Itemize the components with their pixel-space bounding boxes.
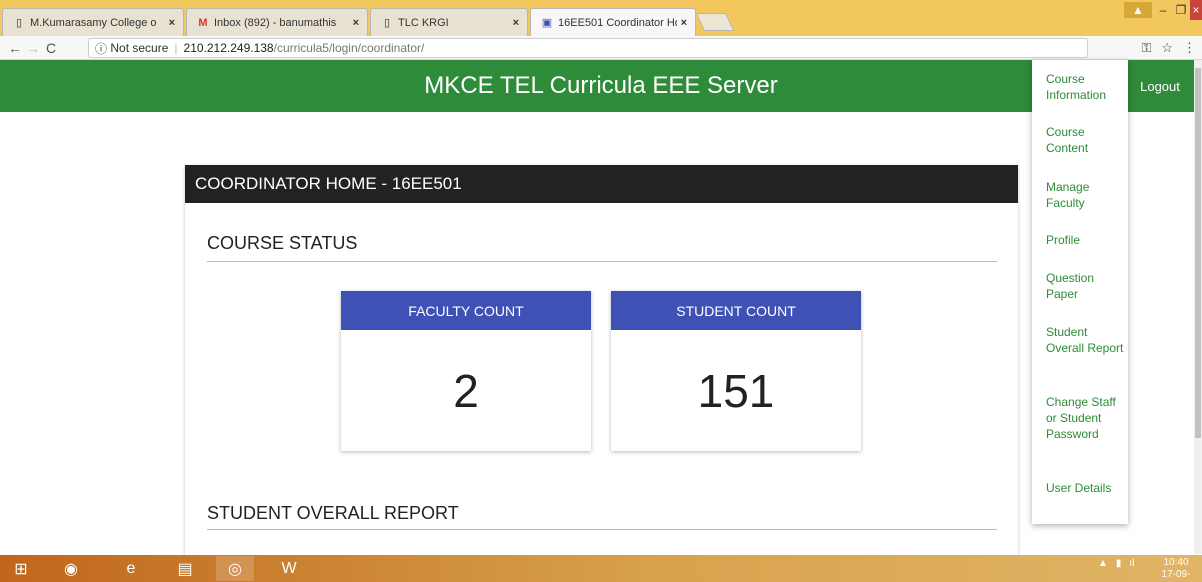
user-icon[interactable]: ▲	[1124, 2, 1152, 18]
menu-item-course-information[interactable]: Course Information	[1046, 71, 1124, 103]
menu-dots-icon[interactable]: ⋮	[1183, 40, 1196, 56]
star-icon[interactable]: ☆	[1161, 40, 1173, 56]
new-tab-button[interactable]	[695, 13, 735, 31]
divider	[207, 261, 997, 262]
coordinator-card: COORDINATOR HOME - 16EE501 COURSE STATUS…	[185, 165, 1018, 555]
menu-item-manage-faculty[interactable]: Manage Faculty	[1046, 179, 1124, 211]
tab-coordinator[interactable]: ▣ 16EE501 Coordinator Ho ×	[530, 8, 696, 36]
student-count-label: STUDENT COUNT	[611, 291, 861, 330]
menu-item-course-content[interactable]: Course Content	[1046, 124, 1124, 156]
divider	[207, 529, 997, 530]
system-tray: ▲ ▮ ıl	[1098, 558, 1134, 569]
logout-link[interactable]: Logout	[1126, 60, 1194, 112]
overall-report-heading: STUDENT OVERALL REPORT	[207, 503, 459, 523]
url-host: 210.212.249.138	[183, 41, 274, 55]
student-count-card: STUDENT COUNT 151	[611, 291, 861, 451]
site-title: MKCE TEL Curricula EEE Server	[424, 72, 778, 99]
battery-icon[interactable]: ▮	[1116, 558, 1122, 569]
file-explorer-icon[interactable]: ▤	[166, 556, 204, 581]
page-scrollbar[interactable]	[1194, 60, 1202, 554]
info-icon[interactable]: ⓘ	[95, 40, 107, 57]
close-icon[interactable]: ×	[353, 17, 359, 29]
site-icon: ▣	[541, 17, 553, 29]
faculty-count-label: FACULTY COUNT	[341, 291, 591, 330]
chevron-up-icon[interactable]: ▲	[1098, 558, 1108, 569]
reload-icon[interactable]: C	[42, 40, 60, 56]
tab-title: Inbox (892) - banumathis	[214, 16, 337, 29]
site-header: MKCE TEL Curricula EEE Server Logout	[0, 60, 1202, 112]
student-count-value: 151	[697, 365, 775, 417]
card-title: COORDINATOR HOME - 16EE501	[185, 165, 1018, 203]
page-icon: ▯	[15, 17, 23, 29]
menu-item-question-paper[interactable]: Question Paper	[1046, 270, 1124, 302]
tab-title: 16EE501 Coordinator Ho	[558, 16, 677, 29]
tab-gmail[interactable]: M Inbox (892) - banumathis ×	[186, 8, 368, 36]
scrollbar-thumb[interactable]	[1195, 68, 1201, 438]
signal-icon[interactable]: ıl	[1129, 558, 1134, 569]
gmail-icon: M	[198, 16, 208, 29]
page-icon: ▯	[383, 17, 391, 29]
close-icon[interactable]: ×	[513, 17, 519, 29]
back-icon[interactable]: ←	[6, 40, 24, 56]
close-window-icon[interactable]: ×	[1190, 0, 1202, 20]
taskbar-clock[interactable]: 10:40 17-09-2018	[1152, 557, 1200, 582]
chrome-icon[interactable]: ◎	[216, 556, 254, 581]
browser-tabstrip: ▯ M.Kumarasamy College o × M Inbox (892)…	[0, 0, 1202, 36]
url-input[interactable]: ⓘ Not secure | 210.212.249.138 /curricul…	[88, 38, 1088, 58]
key-icon[interactable]: ⚿	[1141, 40, 1151, 56]
close-icon[interactable]: ×	[169, 17, 175, 29]
course-status-heading: COURSE STATUS	[207, 233, 358, 253]
security-label: Not secure	[110, 41, 169, 55]
menu-item-change-password[interactable]: Change Staff or Student Password	[1046, 394, 1124, 442]
tab-tlc[interactable]: ▯ TLC KRGI ×	[370, 8, 528, 36]
uc-browser-icon[interactable]: ◉	[52, 556, 90, 581]
clock-time: 10:40	[1163, 557, 1189, 568]
tab-title: M.Kumarasamy College o	[30, 16, 157, 29]
address-bar: ← → C ⓘ Not secure | 210.212.249.138 /cu…	[0, 36, 1202, 60]
windows-taskbar: ⊞ ◉ e ▤ ◎ W ▲ ▮ ıl 10:40 17-09-2018	[0, 555, 1202, 582]
menu-item-student-overall-report[interactable]: Student Overall Report	[1046, 324, 1124, 356]
tab-mkce[interactable]: ▯ M.Kumarasamy College o ×	[2, 8, 184, 36]
close-icon[interactable]: ×	[681, 17, 687, 29]
faculty-count-value: 2	[453, 365, 479, 417]
internet-explorer-icon[interactable]: e	[112, 556, 150, 581]
minimize-icon[interactable]: –	[1154, 0, 1172, 20]
url-path: /curricula5/login/coordinator/	[273, 41, 425, 55]
menu-item-profile[interactable]: Profile	[1046, 232, 1124, 248]
nav-dropdown-menu: Course Information Course Content Manage…	[1032, 60, 1128, 524]
faculty-count-card: FACULTY COUNT 2	[341, 291, 591, 451]
start-icon[interactable]: ⊞	[2, 556, 40, 581]
menu-item-user-details[interactable]: User Details	[1046, 480, 1124, 496]
restore-icon[interactable]: ❐	[1172, 0, 1190, 20]
forward-icon[interactable]: →	[24, 40, 42, 56]
clock-date: 17-09-2018	[1161, 569, 1191, 582]
tab-title: TLC KRGI	[398, 16, 449, 29]
word-icon[interactable]: W	[270, 556, 308, 581]
